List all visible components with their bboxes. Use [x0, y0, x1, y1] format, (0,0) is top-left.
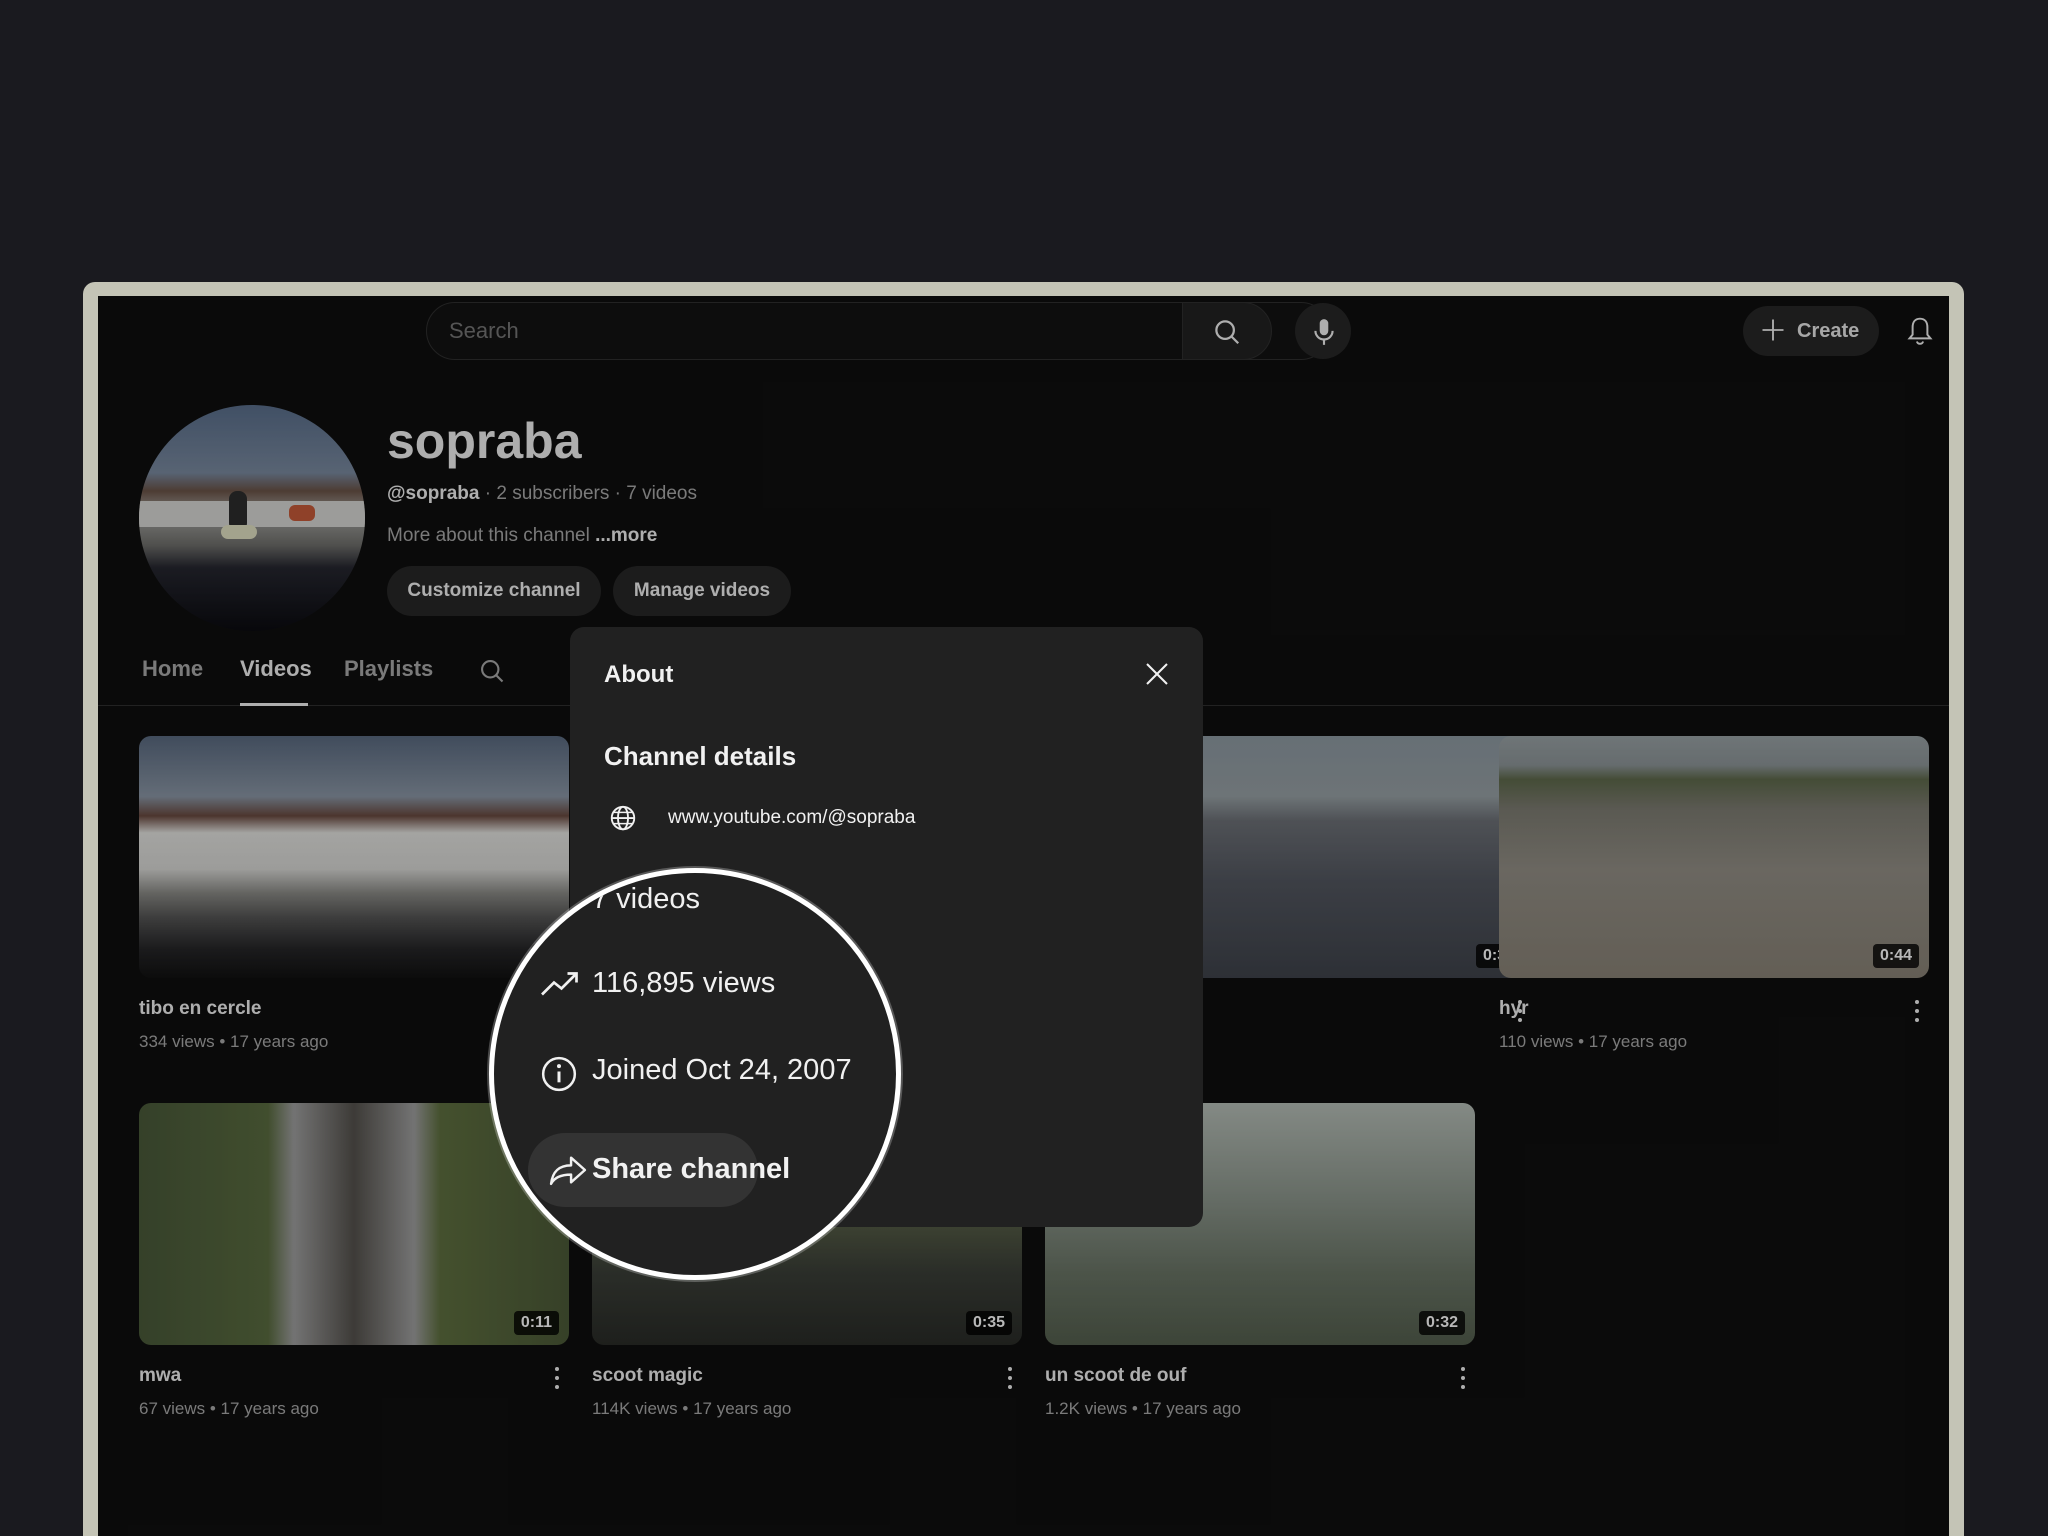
mic-icon — [1314, 319, 1334, 345]
tab-playlists[interactable]: Playlists — [344, 656, 433, 682]
video-duration: 0:44 — [1872, 944, 1919, 968]
about-title: About — [604, 661, 674, 688]
video-title[interactable]: mwa — [139, 1365, 569, 1387]
channel-name: sopraba — [387, 413, 582, 469]
voice-search-button[interactable] — [1295, 303, 1351, 359]
channel-meta: @sopraba · 2 subscribers · 7 videos — [387, 483, 698, 504]
create-label: Create — [1797, 320, 1860, 342]
more-vert-icon[interactable] — [1451, 1363, 1475, 1393]
customize-channel-button[interactable]: Customize channel — [387, 566, 601, 616]
video-count: 7 videos — [626, 483, 698, 504]
video-card[interactable]: 0:44 hyr 110 views • 17 years ago — [1499, 736, 1929, 1052]
video-duration: 0:32 — [1418, 1311, 1465, 1335]
close-icon[interactable] — [1142, 659, 1172, 689]
search-input[interactable]: Search — [449, 303, 519, 359]
video-meta: 67 views • 17 years ago — [139, 1399, 319, 1418]
plus-icon — [1762, 319, 1784, 341]
about-joined: Joined Oct 24, 2007 — [592, 1054, 852, 1086]
about-views: 116,895 views — [592, 967, 776, 999]
channel-search-icon[interactable] — [478, 657, 506, 685]
video-thumbnail[interactable]: 0:44 — [1499, 736, 1929, 978]
bell-icon[interactable] — [1905, 315, 1935, 347]
channel-more-about[interactable]: More about this channel ...more — [387, 525, 657, 547]
globe-icon — [610, 805, 636, 831]
tab-videos[interactable]: Videos — [240, 656, 312, 682]
channel-details-heading: Channel details — [604, 741, 797, 771]
manage-videos-button[interactable]: Manage videos — [613, 566, 791, 616]
trending-icon — [541, 972, 578, 996]
youtube-channel-page: Search Create sopraba @sopraba · 2 subsc… — [98, 296, 1949, 1536]
magnifier-lens: 7 videos 116,895 views Joined Oct 24, 20… — [489, 868, 901, 1280]
share-channel-button[interactable]: Share channel — [528, 1133, 790, 1207]
more-vert-icon[interactable] — [545, 1363, 569, 1393]
create-button[interactable]: Create — [1743, 306, 1879, 356]
video-duration: 0:35 — [965, 1311, 1012, 1335]
channel-url[interactable]: www.youtube.com/@sopraba — [668, 807, 915, 829]
tab-home[interactable]: Home — [142, 656, 203, 682]
share-channel-label: Share channel — [592, 1153, 791, 1185]
subscribers-icon — [546, 888, 569, 902]
video-meta: 110 views • 17 years ago — [1499, 1032, 1688, 1051]
video-title[interactable]: scoot magic — [592, 1365, 1022, 1387]
video-meta: 1.2K views • 17 years ago — [1045, 1399, 1241, 1418]
video-thumbnail[interactable]: 0: — [139, 736, 569, 978]
more-link[interactable]: ...more — [595, 525, 657, 546]
video-duration: 0:11 — [513, 1311, 559, 1335]
more-vert-icon[interactable] — [1905, 996, 1929, 1026]
more-vert-icon[interactable] — [998, 1363, 1022, 1393]
info-icon — [541, 1056, 577, 1092]
channel-handle: @sopraba — [387, 483, 480, 504]
active-tab-indicator — [240, 703, 308, 706]
video-title[interactable]: un scoot de ouf — [1045, 1365, 1475, 1387]
search-button[interactable] — [1182, 302, 1272, 360]
search-icon — [1215, 320, 1240, 345]
channel-avatar[interactable] — [139, 405, 365, 631]
share-icon — [549, 1156, 587, 1186]
about-videos: 7 videos — [592, 883, 701, 915]
video-title[interactable]: hyr — [1499, 998, 1929, 1020]
subscriber-count: 2 subscribers — [496, 483, 610, 504]
video-meta: 114K views • 17 years ago — [592, 1399, 792, 1418]
more-about-text: More about this channel — [387, 525, 590, 546]
